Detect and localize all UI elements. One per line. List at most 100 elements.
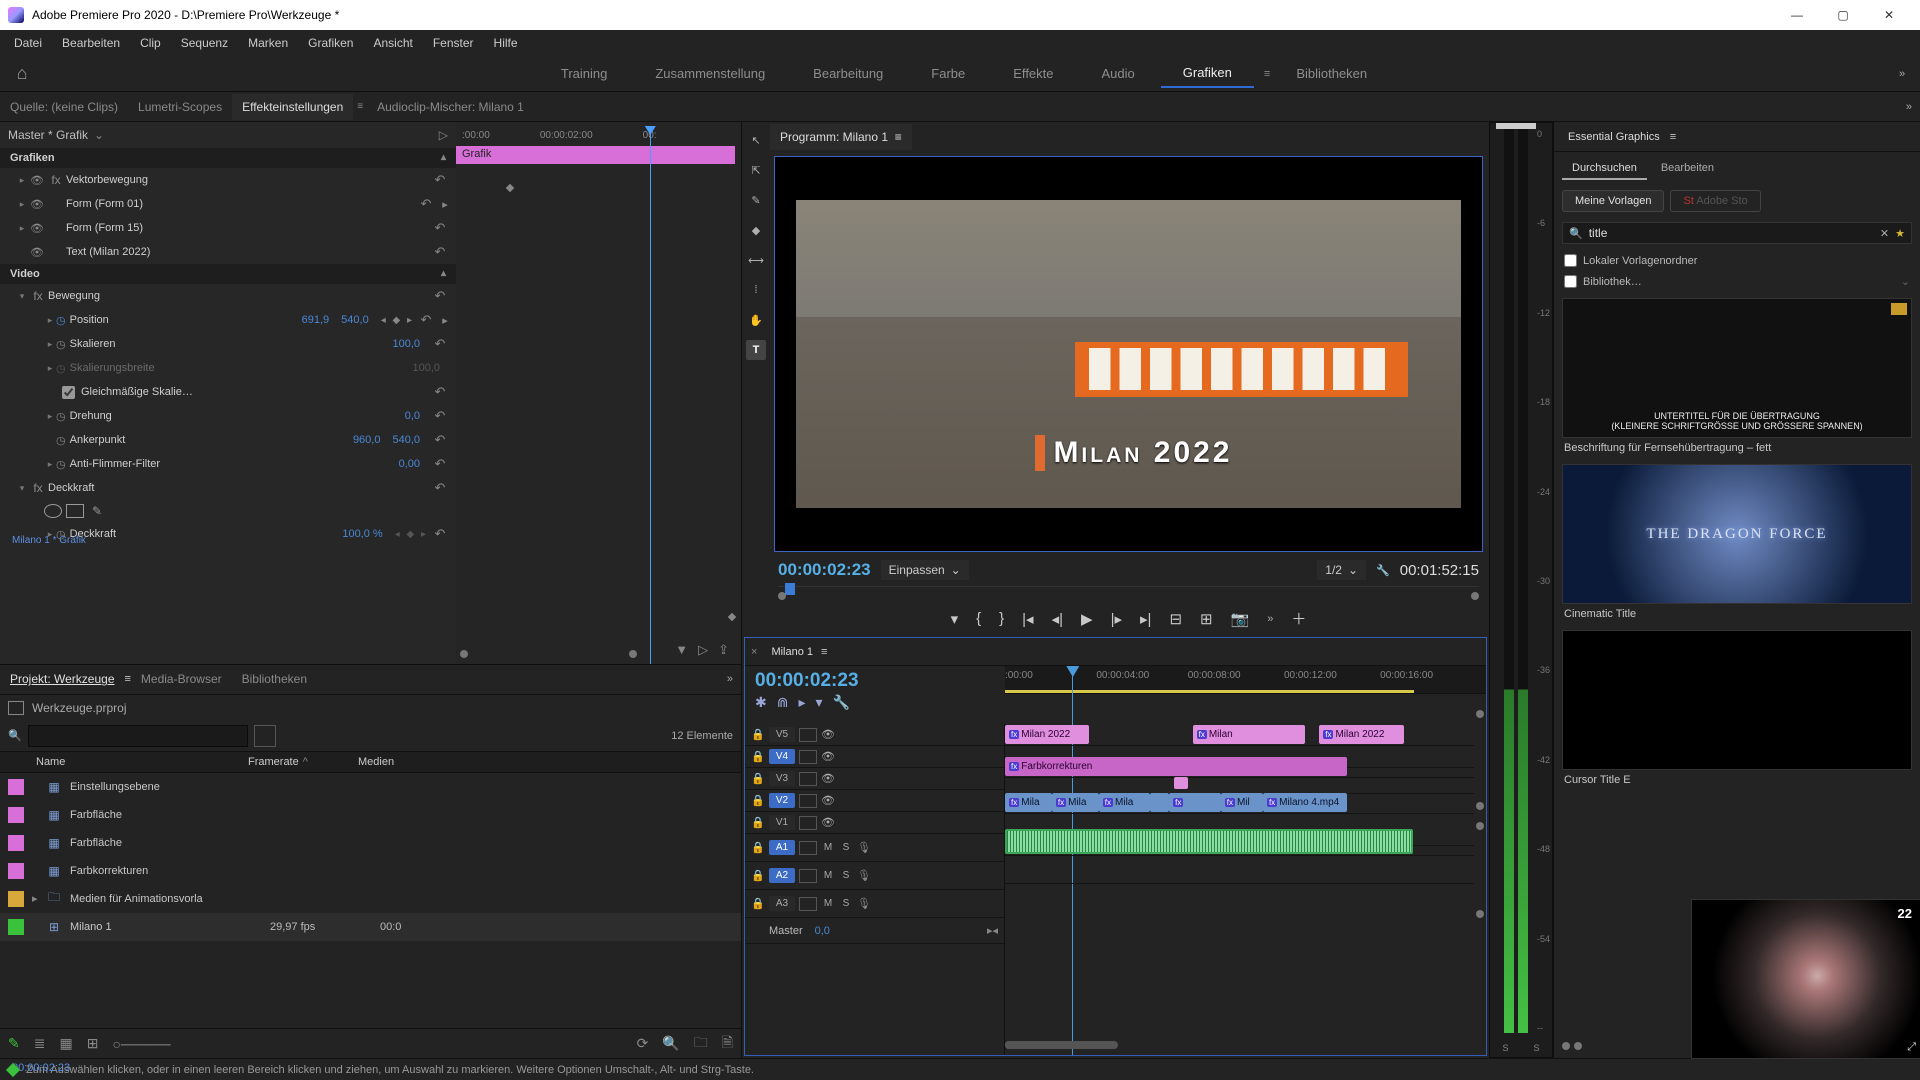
tab-effect-controls[interactable]: Effekteinstellungen xyxy=(232,94,353,120)
val-anchor-y[interactable]: 540,0 xyxy=(392,434,420,446)
ws-training[interactable]: Training xyxy=(539,60,629,87)
track-v4[interactable]: V4 xyxy=(769,749,795,764)
val-opacity[interactable]: 100,0 % xyxy=(342,528,382,540)
mask-pen-icon[interactable]: ✎ xyxy=(92,504,102,518)
solo-icon[interactable]: S xyxy=(839,898,853,909)
ws-graphics[interactable]: Grafiken xyxy=(1161,59,1254,88)
solo-icon[interactable]: S xyxy=(839,842,853,853)
timeline-menu-icon[interactable]: ≡ xyxy=(821,646,827,658)
track-target[interactable] xyxy=(799,841,817,855)
clip[interactable]: fxMil xyxy=(1221,793,1263,812)
track-v5[interactable]: V5 xyxy=(769,727,795,742)
val-pos-y[interactable]: 540,0 xyxy=(341,314,369,326)
eg-edit-tab[interactable]: Bearbeiten xyxy=(1651,158,1724,180)
new-item-icon[interactable]: 🗎 xyxy=(722,1032,733,1056)
track-target[interactable] xyxy=(799,728,817,742)
reset-icon[interactable]: ↶ xyxy=(432,220,448,236)
tab-libraries[interactable]: Bibliotheken xyxy=(232,666,317,692)
play-only-icon[interactable]: ▷ xyxy=(439,128,448,142)
track-target[interactable] xyxy=(799,816,817,830)
reset-icon[interactable]: ↶ xyxy=(432,432,448,448)
prop-form01[interactable]: Form (Form 01) xyxy=(66,198,418,210)
eye-icon[interactable]: 👁 xyxy=(821,794,835,807)
project-row[interactable]: ▦Farbkorrekturen xyxy=(0,857,741,885)
reset-icon[interactable]: ↶ xyxy=(418,312,434,328)
prop-rotation[interactable]: Drehung xyxy=(70,410,405,422)
track-v3[interactable]: V3 xyxy=(769,771,795,786)
lift-icon[interactable]: ⊟ xyxy=(1169,610,1182,628)
zoom-dropdown[interactable]: 1/2⌄ xyxy=(1317,560,1366,580)
filter-icon[interactable]: ▼ xyxy=(675,642,688,657)
prop-motion[interactable]: Bewegung xyxy=(48,290,432,302)
timeline-ruler[interactable]: :00:00 00:00:04:00 00:00:08:00 00:00:12:… xyxy=(1005,666,1486,694)
timeline-tc[interactable]: 00:00:02:23 xyxy=(755,670,859,691)
favorite-icon[interactable]: ★ xyxy=(1895,227,1905,240)
add-button-icon[interactable]: ＋ xyxy=(1291,608,1306,629)
clip[interactable]: fxFarbkorrekturen xyxy=(1005,757,1347,776)
reset-icon[interactable]: ↶ xyxy=(418,196,434,212)
goto-out-icon[interactable]: ▸| xyxy=(1140,610,1151,628)
project-row[interactable]: ▦Einstellungsebene xyxy=(0,773,741,801)
master-track-label[interactable]: Master xyxy=(751,925,803,937)
track-v1[interactable]: V1 xyxy=(769,815,795,830)
menu-fenster[interactable]: Fenster xyxy=(423,32,484,54)
ws-options-icon[interactable]: ≡ xyxy=(1264,68,1270,80)
minimize-button[interactable]: — xyxy=(1774,0,1820,30)
effect-mini-timeline[interactable]: :00:00 00:00:02:00 00: Grafik ▼ ▷ ⇪ xyxy=(456,122,741,664)
keyframe-nav[interactable]: ◂ ◆ ▸ xyxy=(395,529,428,540)
ws-audio[interactable]: Audio xyxy=(1080,60,1157,87)
auto-toggle-icon[interactable]: ⟳ xyxy=(637,1035,649,1052)
maximize-button[interactable]: ▢ xyxy=(1820,0,1866,30)
ws-assembly[interactable]: Zusammenstellung xyxy=(633,60,787,87)
track-v2[interactable]: V2 xyxy=(769,793,795,808)
tab-menu-icon[interactable]: ≡ xyxy=(1670,131,1676,143)
track-target[interactable] xyxy=(799,869,817,883)
project-row[interactable]: ▦Farbfläche xyxy=(0,801,741,829)
prop-opacity-group[interactable]: Deckkraft xyxy=(48,482,432,494)
record-icon[interactable]: 🎙 xyxy=(857,841,871,854)
prop-vektor[interactable]: Vektorbewegung xyxy=(66,174,432,186)
project-row[interactable]: ⊞Milano 129,97 fps00:0 xyxy=(0,913,741,941)
val-scale[interactable]: 100,0 xyxy=(392,338,420,350)
program-tc-left[interactable]: 00:00:02:23 xyxy=(778,560,871,580)
ws-editing[interactable]: Bearbeitung xyxy=(791,60,905,87)
timeline-close-icon[interactable]: × xyxy=(745,646,763,658)
ws-effects[interactable]: Effekte xyxy=(991,60,1075,87)
eg-browse-tab[interactable]: Durchsuchen xyxy=(1562,158,1647,180)
clip[interactable]: fxMila xyxy=(1052,793,1099,812)
view-icon[interactable] xyxy=(254,725,276,747)
ws-libraries[interactable]: Bibliotheken xyxy=(1274,60,1389,87)
transport-overflow-icon[interactable]: » xyxy=(1267,613,1273,625)
tab-lumetri[interactable]: Lumetri-Scopes xyxy=(128,94,232,120)
val-pos-x[interactable]: 691,9 xyxy=(302,314,330,326)
ws-overflow-icon[interactable]: » xyxy=(1892,68,1912,80)
prop-text[interactable]: Text (Milan 2022) xyxy=(66,246,432,258)
record-icon[interactable]: 🎙 xyxy=(857,869,871,882)
tab-menu-icon[interactable]: ≡ xyxy=(353,101,367,112)
expand-icon[interactable]: ⤢ xyxy=(1907,1041,1916,1054)
menu-ansicht[interactable]: Ansicht xyxy=(363,32,422,54)
settings-icon[interactable]: ▾ xyxy=(816,694,823,711)
template-item[interactable]: UNTERTITEL FÜR DIE ÜBERTRAGUNG (KLEINERE… xyxy=(1562,298,1912,458)
mini-clip-bar[interactable]: Grafik xyxy=(456,146,735,164)
clear-search-icon[interactable]: ✕ xyxy=(1880,227,1889,240)
prop-opacity[interactable]: Deckkraft xyxy=(70,528,343,540)
eye-icon[interactable]: 👁 xyxy=(821,750,835,763)
keyframe-diamond[interactable] xyxy=(728,613,736,621)
prop-scale[interactable]: Skalieren xyxy=(70,338,393,350)
timeline-scrollbar[interactable] xyxy=(1005,1041,1474,1051)
clip[interactable]: fxMilano 4.mp4 xyxy=(1263,793,1347,812)
reset-icon[interactable]: ↶ xyxy=(432,480,448,496)
menu-hilfe[interactable]: Hilfe xyxy=(484,32,528,54)
marker-icon[interactable]: ▸ xyxy=(798,694,805,711)
reset-icon[interactable]: ↶ xyxy=(432,244,448,260)
template-item[interactable]: Cursor Title E xyxy=(1562,630,1912,790)
tabs-overflow-icon[interactable]: » xyxy=(1898,101,1920,113)
track-target[interactable] xyxy=(799,750,817,764)
col-framerate[interactable]: Framerate^ xyxy=(248,756,358,768)
goto-in-icon[interactable]: |◂ xyxy=(1022,610,1033,628)
project-row[interactable]: ▸🗀Medien für Animationsvorla xyxy=(0,885,741,913)
close-button[interactable]: ✕ xyxy=(1866,0,1912,30)
step-back-icon[interactable]: ◂| xyxy=(1052,610,1063,628)
clip[interactable]: fxMila xyxy=(1099,793,1151,812)
